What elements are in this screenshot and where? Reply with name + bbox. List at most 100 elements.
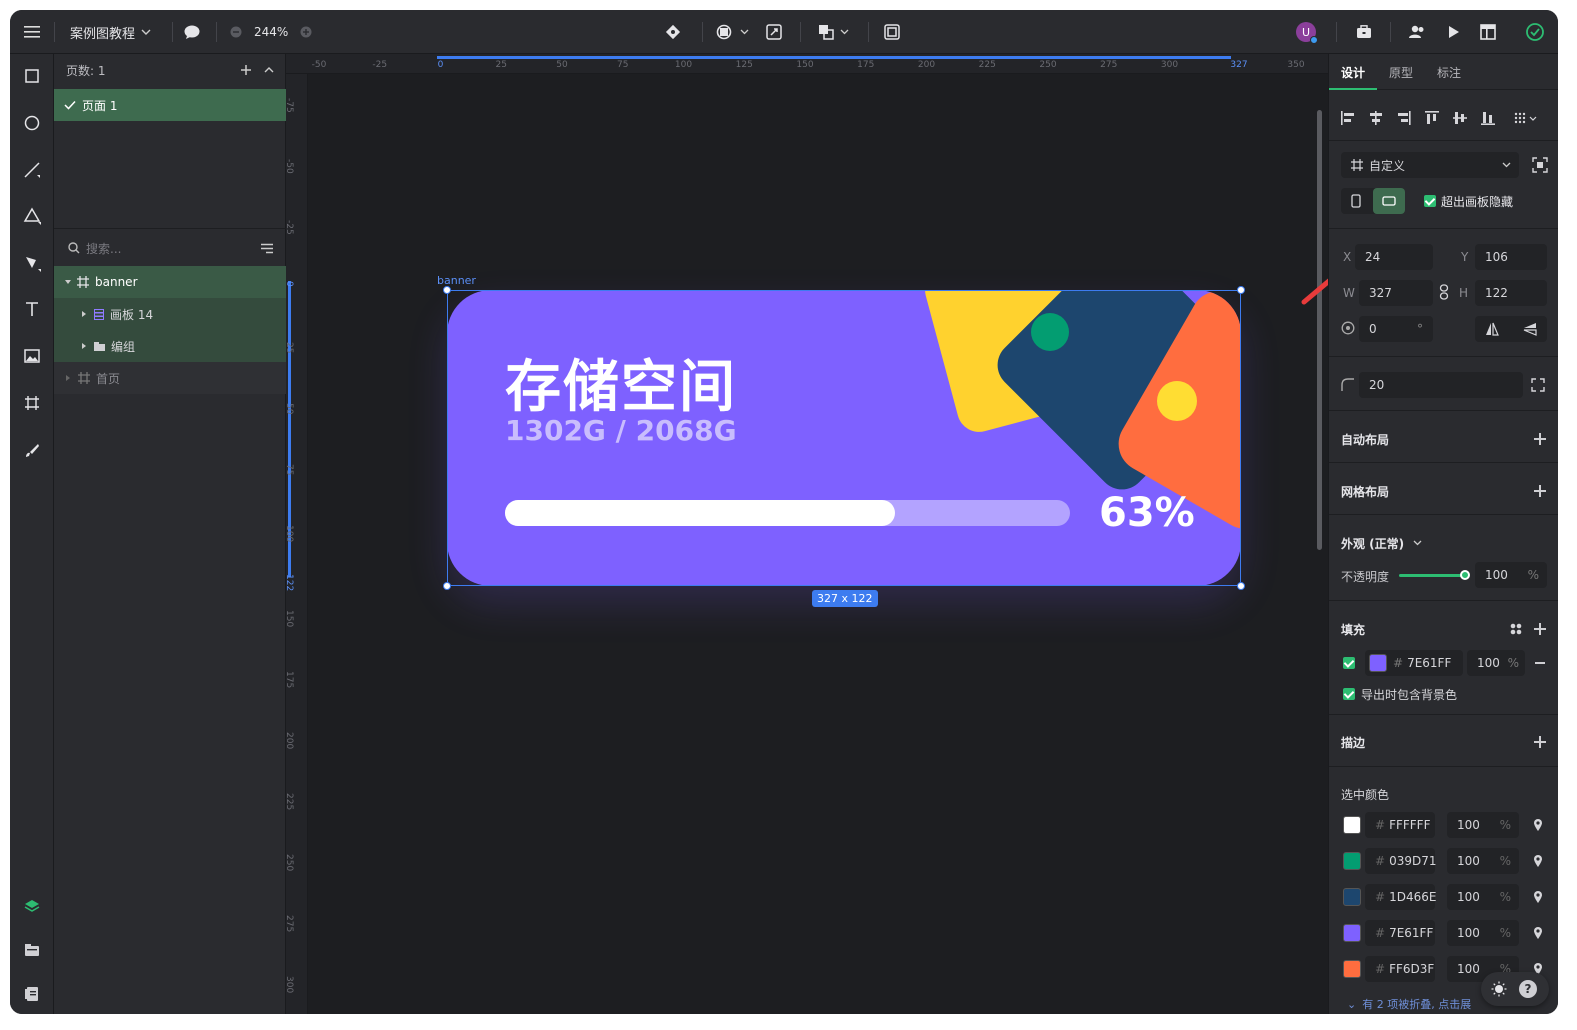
fit-content-icon[interactable] <box>1532 157 1548 173</box>
add-auto-layout-icon[interactable] <box>1534 433 1546 445</box>
assets-panel-toggle[interactable] <box>20 938 44 962</box>
add-grid-layout-icon[interactable] <box>1534 485 1546 497</box>
layer-artboard-14[interactable]: 画板 14 <box>54 298 286 330</box>
docs-panel-toggle[interactable] <box>20 982 44 1006</box>
clip-content-checkbox[interactable] <box>1424 195 1436 207</box>
corner-radius-input[interactable]: 20 <box>1359 372 1523 398</box>
flip-vertical-icon[interactable] <box>1523 322 1537 336</box>
selected-color-row[interactable]: #1D466E 100% <box>1329 884 1558 910</box>
link-icon[interactable] <box>1439 284 1449 300</box>
triangle-tool[interactable] <box>20 204 44 228</box>
chevron-down-icon[interactable] <box>1413 540 1422 546</box>
rectangle-tool[interactable] <box>20 64 44 88</box>
filter-icon[interactable] <box>260 243 274 254</box>
layer-group[interactable]: 编组 <box>54 330 286 362</box>
add-stroke-icon[interactable] <box>1534 736 1546 748</box>
resize-handle-bl[interactable] <box>443 582 451 590</box>
theme-toggle-icon[interactable] <box>1491 981 1507 997</box>
help-icon[interactable]: ? <box>1519 980 1537 998</box>
fill-opacity-input[interactable]: 100 % <box>1467 650 1525 676</box>
resize-handle-br[interactable] <box>1237 582 1245 590</box>
color-swatch[interactable] <box>1343 924 1361 942</box>
opacity-slider-track[interactable] <box>1399 574 1465 577</box>
remove-fill-icon[interactable] <box>1535 662 1545 664</box>
y-input[interactable]: 106 <box>1475 244 1547 270</box>
selected-color-row[interactable]: #039D71 100% <box>1329 848 1558 874</box>
comment-button[interactable] <box>184 10 200 54</box>
project-name-dropdown[interactable]: 案例图教程 <box>70 10 151 54</box>
search-input[interactable]: 搜索... <box>86 240 121 257</box>
zoom-out-icon[interactable] <box>230 26 242 38</box>
portrait-icon[interactable] <box>1351 194 1361 208</box>
selected-color-row[interactable]: #7E61FF 100% <box>1329 920 1558 946</box>
page-item-1[interactable]: 页面 1 <box>54 89 286 121</box>
locate-color-icon[interactable] <box>1533 890 1543 904</box>
brush-tool[interactable] <box>20 438 44 462</box>
vertical-scrollbar[interactable] <box>1317 110 1322 550</box>
fill-color-input[interactable]: #7E61FF <box>1365 650 1463 676</box>
color-hex-input[interactable]: #1D466E <box>1365 884 1436 910</box>
image-tool[interactable] <box>20 344 44 368</box>
color-opacity-input[interactable]: 100% <box>1447 848 1519 874</box>
independent-corners-icon[interactable] <box>1531 378 1545 392</box>
zoom-level[interactable]: 244% <box>254 25 288 39</box>
locate-color-icon[interactable] <box>1533 926 1543 940</box>
frame-preset-select[interactable]: 自定义 <box>1341 152 1519 178</box>
tab-design[interactable]: 设计 <box>1341 64 1365 81</box>
add-fill-icon[interactable] <box>1534 623 1546 635</box>
rotation-input[interactable]: 0 ° <box>1359 316 1433 342</box>
styles-icon[interactable] <box>1510 623 1522 635</box>
resize-button[interactable] <box>766 10 782 54</box>
chevron-up-icon[interactable] <box>264 66 274 73</box>
share-button[interactable] <box>1408 10 1426 54</box>
color-swatch[interactable] <box>1343 960 1361 978</box>
layer-home[interactable]: 首页 <box>54 362 286 394</box>
frame-button[interactable] <box>884 10 900 54</box>
layout-button[interactable] <box>1480 10 1496 54</box>
component-button[interactable] <box>665 10 681 54</box>
resize-handle-tr[interactable] <box>1237 286 1245 294</box>
tab-annotate[interactable]: 标注 <box>1437 64 1461 81</box>
line-tool[interactable] <box>20 158 44 182</box>
boolean-button[interactable] <box>716 10 749 54</box>
plugins-button[interactable] <box>1356 10 1372 54</box>
locate-color-icon[interactable] <box>1533 818 1543 832</box>
ellipse-tool[interactable] <box>20 111 44 135</box>
artboard-label[interactable]: banner <box>437 274 476 287</box>
layers-panel-toggle[interactable] <box>20 894 44 918</box>
resize-handle-tl[interactable] <box>443 286 451 294</box>
menu-button[interactable] <box>24 10 40 54</box>
color-opacity-input[interactable]: 100% <box>1447 920 1519 946</box>
color-hex-input[interactable]: # FFFFFF <box>1365 812 1435 838</box>
color-swatch[interactable] <box>1343 888 1361 906</box>
flip-horizontal-icon[interactable] <box>1485 322 1499 336</box>
color-swatch[interactable] <box>1343 852 1361 870</box>
export-bg-checkbox[interactable] <box>1343 688 1355 700</box>
pen-tool[interactable] <box>20 251 44 275</box>
color-hex-input[interactable]: #7E61FF <box>1365 920 1435 946</box>
height-input[interactable]: 122 <box>1475 280 1547 306</box>
x-input[interactable]: 24 <box>1355 244 1433 270</box>
color-swatch[interactable] <box>1343 816 1361 834</box>
layer-banner[interactable]: banner <box>54 266 286 298</box>
fill-swatch[interactable] <box>1369 654 1387 672</box>
opacity-input[interactable]: 100 % <box>1475 562 1547 588</box>
appearance-title[interactable]: 外观 (正常) <box>1341 535 1404 552</box>
color-opacity-input[interactable]: 100% <box>1447 884 1519 910</box>
add-page-icon[interactable] <box>240 64 252 76</box>
artboard-tool[interactable] <box>20 391 44 415</box>
tab-prototype[interactable]: 原型 <box>1389 64 1413 81</box>
fill-enabled-checkbox[interactable] <box>1343 657 1355 669</box>
preview-button[interactable] <box>1448 10 1460 54</box>
opacity-slider-thumb[interactable] <box>1460 570 1470 580</box>
color-opacity-input[interactable]: 100% <box>1447 812 1519 838</box>
design-canvas[interactable]: -50 -25 0 25 50 75 100 125 150 175 200 225 250 275 300… <box>286 54 1328 1014</box>
locate-color-icon[interactable] <box>1533 854 1543 868</box>
color-hex-input[interactable]: # FF6D3F <box>1365 956 1435 982</box>
zoom-in-icon[interactable] <box>300 26 312 38</box>
banner-artboard[interactable]: 存储空间 1302G / 2068G 63% <box>447 290 1241 586</box>
collapsed-note[interactable]: ⌄ 有 2 项被折叠, 点击展 <box>1347 996 1471 1012</box>
layer-search[interactable]: 搜索... <box>54 232 286 264</box>
arrange-button[interactable] <box>818 10 849 54</box>
alignment-toolbar[interactable] <box>1341 110 1551 126</box>
